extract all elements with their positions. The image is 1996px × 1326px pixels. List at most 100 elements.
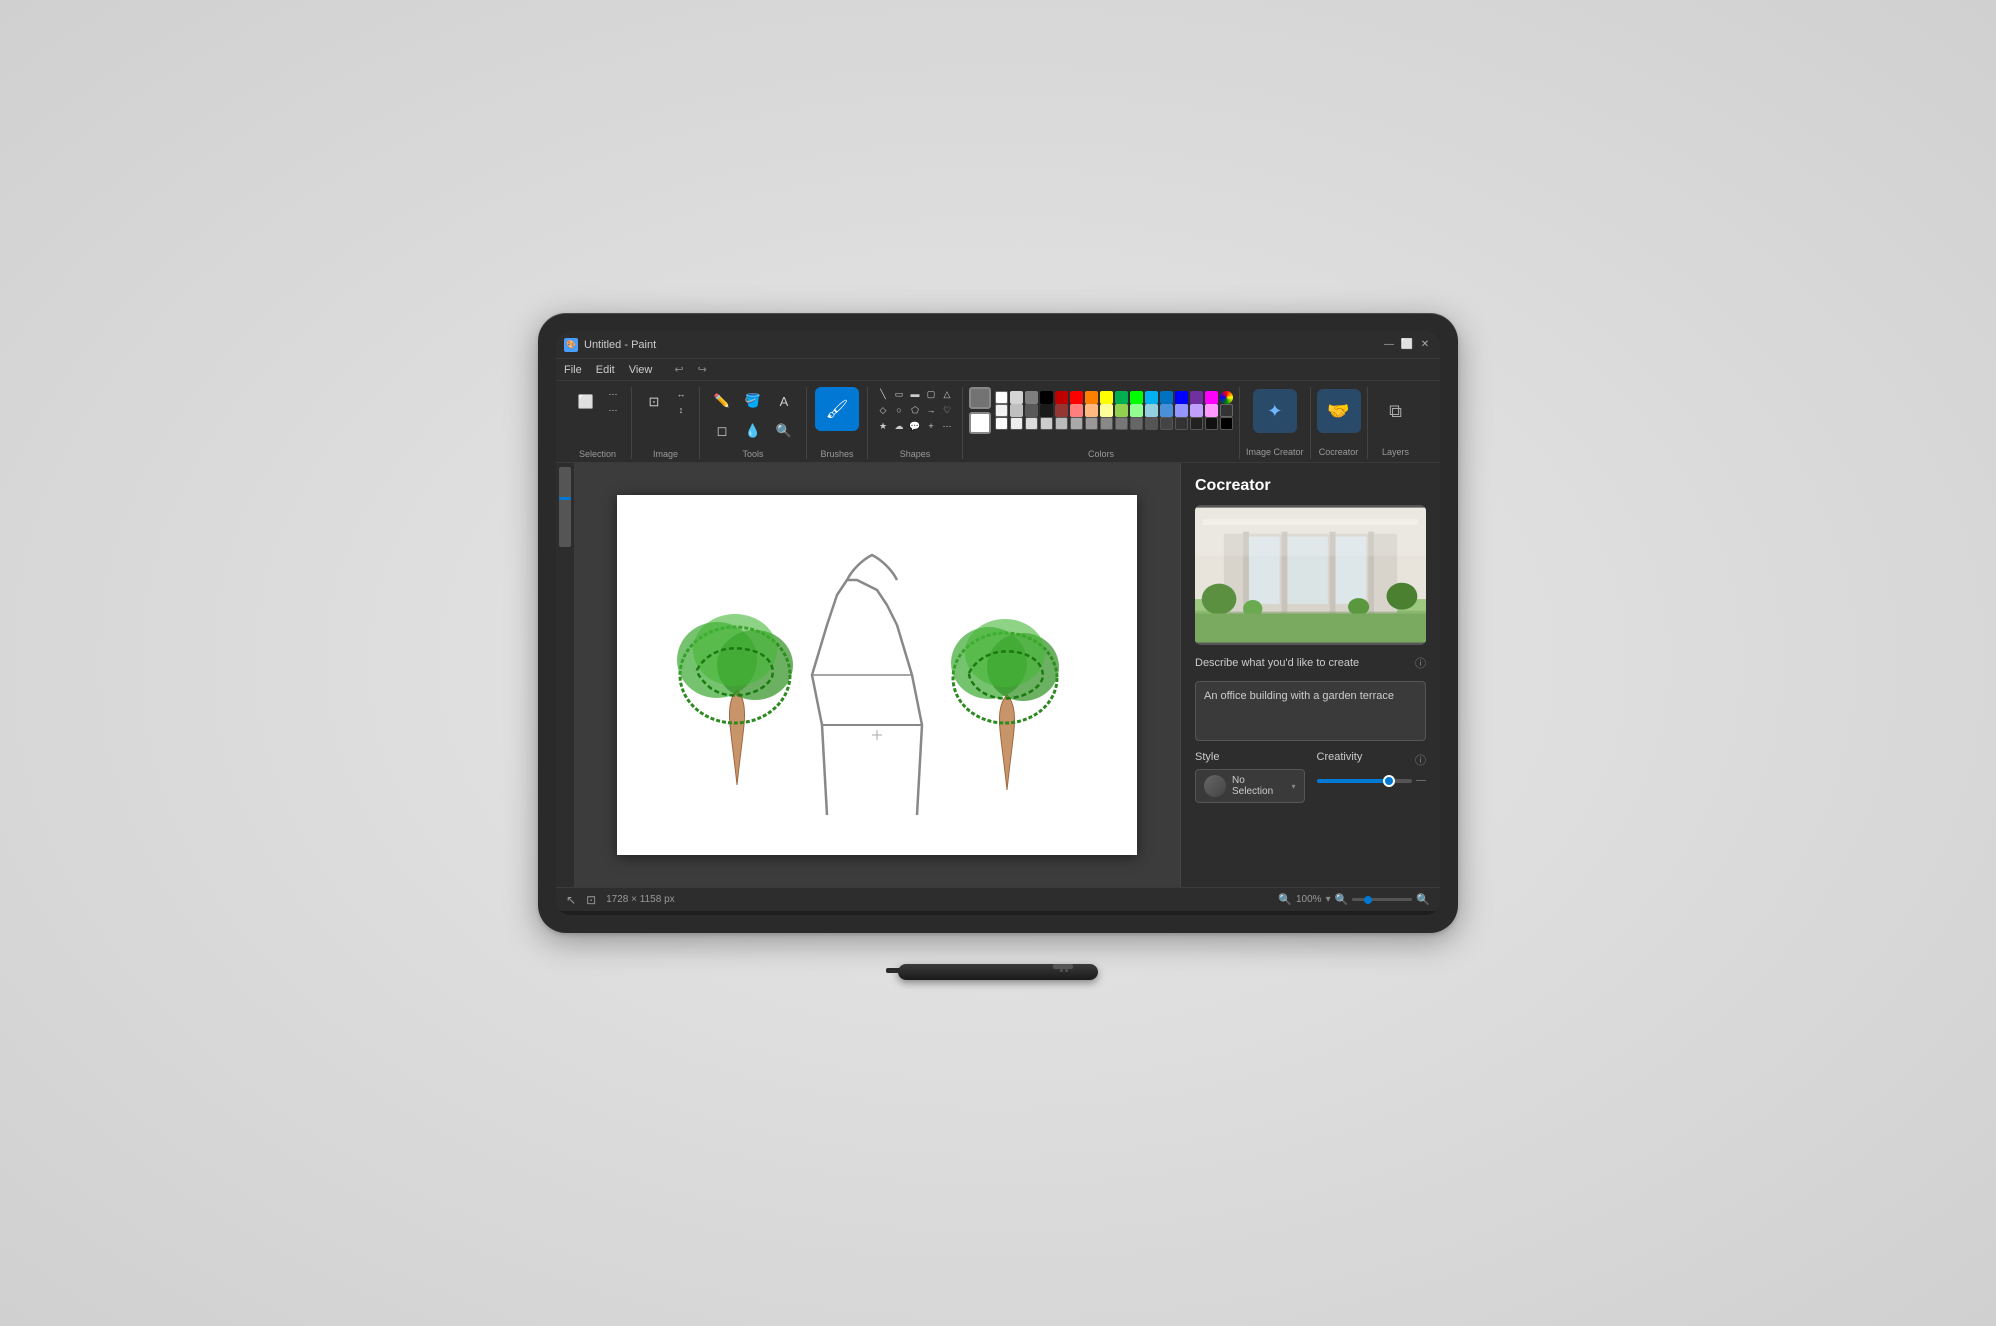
zoom-tool-button[interactable]: 🔍 (770, 417, 798, 445)
selection-sub1-button[interactable]: ⋯ (603, 387, 623, 401)
image-sub2-button[interactable]: ↕ (671, 403, 691, 417)
color-ltblue2[interactable] (1160, 404, 1173, 417)
shape-pent[interactable]: ⬠ (908, 403, 922, 417)
color-blue[interactable] (1160, 391, 1173, 404)
color-custom16[interactable] (1220, 417, 1233, 430)
brush-active-button[interactable]: 🖌 (815, 387, 859, 431)
redo-button[interactable]: ↪ (698, 363, 707, 376)
color-ltgreen[interactable] (1115, 404, 1128, 417)
shape-rect[interactable]: ▭ (892, 387, 906, 401)
undo-button[interactable]: ↩ (674, 363, 683, 376)
shape-tri[interactable]: △ (940, 387, 954, 401)
shape-arrow[interactable]: → (924, 403, 938, 417)
color-yellow[interactable] (1100, 391, 1113, 404)
menu-edit[interactable]: Edit (596, 364, 615, 376)
color-spectrum[interactable] (1220, 391, 1233, 404)
color-ltpurple[interactable] (1175, 404, 1188, 417)
color-custom15[interactable] (1205, 417, 1218, 430)
color-custom5[interactable] (1055, 417, 1068, 430)
creativity-info-icon[interactable]: ⓘ (1415, 752, 1426, 768)
color-darkred2[interactable] (1055, 404, 1068, 417)
layers-button[interactable]: ⧉ (1374, 389, 1418, 433)
color-custom14[interactable] (1190, 417, 1203, 430)
prompt-input[interactable]: An office building with a garden terrace (1195, 681, 1426, 741)
color-custom4[interactable] (1040, 417, 1053, 430)
maximize-button[interactable]: ⬜ (1400, 338, 1414, 352)
zoom-dropdown[interactable]: ▾ (1326, 894, 1331, 905)
eraser-button[interactable]: ◻ (708, 417, 736, 445)
shape-heart[interactable]: ♡ (940, 403, 954, 417)
color-custom9[interactable] (1115, 417, 1128, 430)
color-ltlime[interactable] (1130, 404, 1143, 417)
cocreator-toolbar-button[interactable]: 🤝 (1317, 389, 1361, 433)
cursor-icon[interactable]: ↖ (566, 893, 576, 907)
color-ltyellow[interactable] (1100, 404, 1113, 417)
color-darkred[interactable] (1055, 391, 1068, 404)
color-black[interactable] (1040, 391, 1053, 404)
shape-more[interactable]: ⋯ (940, 419, 954, 433)
style-dropdown[interactable]: No Selection ▾ (1195, 769, 1305, 803)
color-custom8[interactable] (1100, 417, 1113, 430)
color-custom3[interactable] (1025, 417, 1038, 430)
shape-line[interactable]: ╲ (876, 387, 890, 401)
color-lavender[interactable] (1190, 404, 1203, 417)
color-custom11[interactable] (1145, 417, 1158, 430)
color-dkblue[interactable] (1175, 391, 1188, 404)
color-dark[interactable] (1220, 404, 1233, 417)
zoom-out-icon[interactable]: 🔍 (1335, 893, 1349, 906)
color-red[interactable] (1070, 391, 1083, 404)
zoom-slider[interactable] (1352, 898, 1412, 901)
color-ltcyan[interactable] (1145, 404, 1158, 417)
menu-file[interactable]: File (564, 364, 582, 376)
color-ltred[interactable] (1070, 404, 1083, 417)
color-custom12[interactable] (1160, 417, 1173, 430)
color-magenta[interactable] (1205, 391, 1218, 404)
color-nearwhite[interactable] (995, 404, 1008, 417)
minimize-button[interactable]: — (1382, 338, 1396, 352)
zoom-in-icon[interactable]: 🔍 (1416, 893, 1430, 906)
shape-cloud[interactable]: ☁ (892, 419, 906, 433)
color-dkgray[interactable] (1025, 404, 1038, 417)
shape-speech[interactable]: 💬 (908, 419, 922, 433)
text-button[interactable]: A (770, 387, 798, 415)
creativity-slider[interactable] (1317, 779, 1413, 783)
image-creator-button[interactable]: ✦ (1253, 389, 1297, 433)
background-color[interactable] (969, 412, 991, 434)
drawing-canvas[interactable] (617, 495, 1137, 855)
color-lime[interactable] (1130, 391, 1143, 404)
color-custom2[interactable] (1010, 417, 1023, 430)
color-ltgray[interactable] (1010, 391, 1023, 404)
shape-fill-rect[interactable]: ▬ (908, 387, 922, 401)
selection-rect-button[interactable]: ⬜ (572, 388, 600, 416)
image-sub1-button[interactable]: ↔ (671, 387, 691, 401)
close-button[interactable]: ✕ (1418, 338, 1432, 352)
color-ltorange[interactable] (1085, 404, 1098, 417)
crop-button[interactable]: ⊡ (640, 388, 668, 416)
color-gray[interactable] (1025, 391, 1038, 404)
eyedropper-button[interactable]: 💧 (739, 417, 767, 445)
color-custom10[interactable] (1130, 417, 1143, 430)
color-custom6[interactable] (1070, 417, 1083, 430)
foreground-color[interactable] (969, 387, 991, 409)
fill-button[interactable]: 🪣 (739, 387, 767, 415)
color-custom1[interactable] (995, 417, 1008, 430)
describe-info-icon[interactable]: ⓘ (1415, 655, 1426, 671)
color-white[interactable] (995, 391, 1008, 404)
color-green[interactable] (1115, 391, 1128, 404)
color-ltblue[interactable] (1145, 391, 1158, 404)
color-custom13[interactable] (1175, 417, 1188, 430)
pencil-button[interactable]: ✏️ (708, 387, 736, 415)
menu-view[interactable]: View (629, 364, 653, 376)
color-custom7[interactable] (1085, 417, 1098, 430)
shape-rounded[interactable]: ▢ (924, 387, 938, 401)
selection-sub2-button[interactable]: ⋯ (603, 403, 623, 417)
color-purple[interactable] (1190, 391, 1203, 404)
color-ltmagenta[interactable] (1205, 404, 1218, 417)
color-ltgray2[interactable] (1010, 404, 1023, 417)
select-tool-status[interactable]: ⊡ (586, 893, 596, 907)
shape-star[interactable]: ★ (876, 419, 890, 433)
shape-plus[interactable]: + (924, 419, 938, 433)
color-orange[interactable] (1085, 391, 1098, 404)
shape-ellipse[interactable]: ○ (892, 403, 906, 417)
shape-diamond[interactable]: ◇ (876, 403, 890, 417)
